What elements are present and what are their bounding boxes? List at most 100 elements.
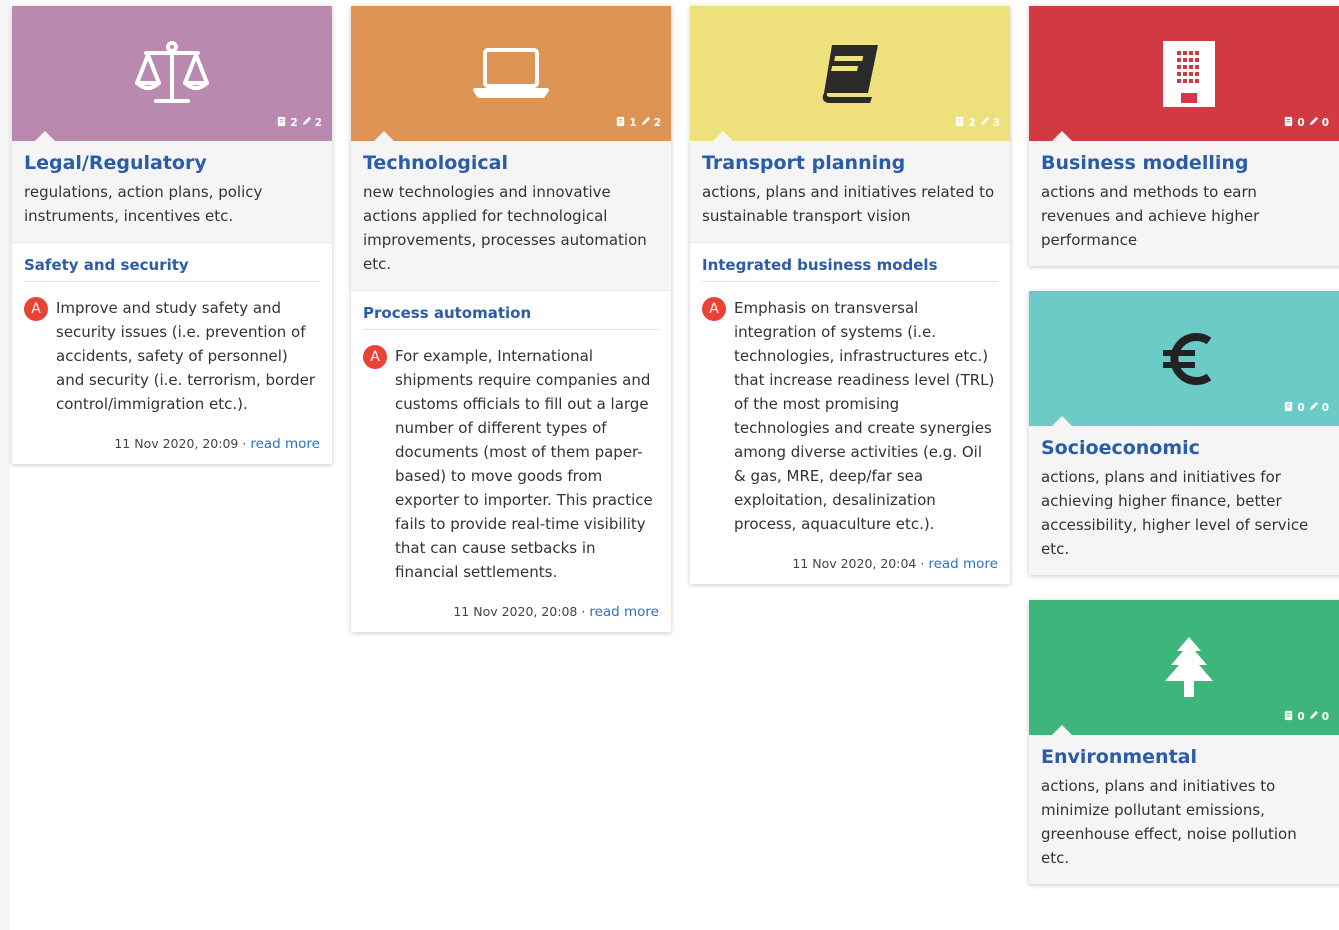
list-item: A Emphasis on transversal integration of… xyxy=(702,296,998,536)
documents-count: 1 xyxy=(629,117,637,129)
item-date: 11 Nov 2020, 20:08 xyxy=(453,604,578,619)
card-description: regulations, action plans, policy instru… xyxy=(24,183,263,225)
edits-count: 2 xyxy=(314,117,322,129)
category-card-environmental[interactable]: 0 0 Environmental actions, plans and ini… xyxy=(1029,600,1339,884)
meta-separator: · xyxy=(242,436,247,451)
documents-count: 0 xyxy=(1297,117,1305,129)
header-notch xyxy=(1051,131,1073,142)
card-intro: Environmental actions, plans and initiat… xyxy=(1029,735,1339,884)
edits-count: 3 xyxy=(992,117,1000,129)
pencil-icon xyxy=(1308,401,1319,415)
euro-icon xyxy=(1159,329,1219,389)
card-intro: Technological new technologies and innov… xyxy=(351,141,671,290)
document-icon xyxy=(1283,710,1294,724)
documents-count: 2 xyxy=(290,117,298,129)
card-title[interactable]: Legal/Regulatory xyxy=(24,152,320,174)
documents-count: 2 xyxy=(968,117,976,129)
card-description: actions, plans and initiatives to minimi… xyxy=(1041,777,1297,867)
item-date: 11 Nov 2020, 20:09 xyxy=(114,436,239,451)
item-date: 11 Nov 2020, 20:04 xyxy=(792,556,917,571)
pencil-icon xyxy=(640,116,651,130)
documents-count: 0 xyxy=(1297,711,1305,723)
read-more-link[interactable]: read more xyxy=(250,436,320,452)
list-item: A Improve and study safety and security … xyxy=(24,296,320,416)
pencil-icon xyxy=(979,116,990,130)
header-notch xyxy=(34,131,56,142)
card-stats: 1 2 xyxy=(615,116,661,130)
document-icon xyxy=(615,116,626,130)
category-card-transport[interactable]: 2 3 Transport planning actions, plans an… xyxy=(690,6,1010,584)
item-meta: 11 Nov 2020, 20:08 · read more xyxy=(363,604,659,620)
book-icon xyxy=(818,43,882,105)
card-header: 1 2 xyxy=(351,6,671,142)
column-4: 0 0 Business modelling actions and metho… xyxy=(1029,6,1339,909)
card-title[interactable]: Transport planning xyxy=(702,152,998,174)
card-description: actions, plans and initiatives related t… xyxy=(702,183,995,225)
item-text: Improve and study safety and security is… xyxy=(56,299,316,413)
scales-icon xyxy=(132,39,212,109)
card-intro: Legal/Regulatory regulations, action pla… xyxy=(12,141,332,242)
card-stats: 0 0 xyxy=(1283,710,1329,724)
meta-separator: · xyxy=(920,556,925,571)
category-card-technological[interactable]: 1 2 Technological new technologies and i… xyxy=(351,6,671,632)
document-icon xyxy=(1283,401,1294,415)
avatar: A xyxy=(702,297,726,321)
header-notch xyxy=(712,131,734,142)
card-intro: Socioeconomic actions, plans and initiat… xyxy=(1029,426,1339,575)
card-section: Safety and security A Improve and study … xyxy=(12,242,332,464)
section-title[interactable]: Process automation xyxy=(363,304,659,330)
column-3: 2 3 Transport planning actions, plans an… xyxy=(690,6,1010,609)
card-stats: 0 0 xyxy=(1283,116,1329,130)
edits-count: 0 xyxy=(1321,117,1329,129)
card-section: Process automation A For example, Intern… xyxy=(351,290,671,632)
item-meta: 11 Nov 2020, 20:09 · read more xyxy=(24,436,320,452)
avatar: A xyxy=(24,297,48,321)
pencil-icon xyxy=(1308,710,1319,724)
card-header: 2 3 xyxy=(690,6,1010,142)
item-text: For example, International shipments req… xyxy=(395,347,653,581)
category-card-socioeconomic[interactable]: 0 0 Socioeconomic actions, plans and ini… xyxy=(1029,291,1339,575)
card-section: Integrated business models A Emphasis on… xyxy=(690,242,1010,584)
card-description: actions and methods to earn revenues and… xyxy=(1041,183,1260,249)
category-card-business[interactable]: 0 0 Business modelling actions and metho… xyxy=(1029,6,1339,266)
card-intro: Business modelling actions and methods t… xyxy=(1029,141,1339,266)
document-icon xyxy=(954,116,965,130)
read-more-link[interactable]: read more xyxy=(589,604,659,620)
section-title[interactable]: Safety and security xyxy=(24,256,320,282)
column-1: 2 2 Legal/Regulatory regulations, action… xyxy=(12,6,332,489)
card-title[interactable]: Socioeconomic xyxy=(1041,437,1327,459)
header-notch xyxy=(1051,416,1073,427)
card-description: new technologies and innovative actions … xyxy=(363,183,647,273)
section-title[interactable]: Integrated business models xyxy=(702,256,998,282)
tree-icon xyxy=(1159,635,1219,701)
avatar: A xyxy=(363,345,387,369)
card-header: 0 0 xyxy=(1029,6,1339,142)
card-title[interactable]: Environmental xyxy=(1041,746,1327,768)
edits-count: 0 xyxy=(1321,711,1329,723)
card-header: 0 0 xyxy=(1029,600,1339,736)
card-stats: 2 3 xyxy=(954,116,1000,130)
edits-count: 0 xyxy=(1321,402,1329,414)
card-title[interactable]: Business modelling xyxy=(1041,152,1327,174)
building-icon xyxy=(1161,40,1217,107)
card-stats: 0 0 xyxy=(1283,401,1329,415)
list-item: A For example, International shipments r… xyxy=(363,344,659,584)
pencil-icon xyxy=(301,116,312,130)
header-notch xyxy=(1051,725,1073,736)
document-icon xyxy=(1283,116,1294,130)
meta-separator: · xyxy=(581,604,586,619)
column-2: 1 2 Technological new technologies and i… xyxy=(351,6,671,657)
card-stats: 2 2 xyxy=(276,116,322,130)
header-notch xyxy=(373,131,395,142)
item-text: Emphasis on transversal integration of s… xyxy=(734,299,995,533)
card-description: actions, plans and initiatives for achie… xyxy=(1041,468,1309,558)
item-meta: 11 Nov 2020, 20:04 · read more xyxy=(702,556,998,572)
documents-count: 0 xyxy=(1297,402,1305,414)
read-more-link[interactable]: read more xyxy=(928,556,998,572)
document-icon xyxy=(276,116,287,130)
laptop-icon xyxy=(473,46,549,102)
card-header: 0 0 xyxy=(1029,291,1339,427)
category-card-legal[interactable]: 2 2 Legal/Regulatory regulations, action… xyxy=(12,6,332,464)
card-title[interactable]: Technological xyxy=(363,152,659,174)
pencil-icon xyxy=(1308,116,1319,130)
